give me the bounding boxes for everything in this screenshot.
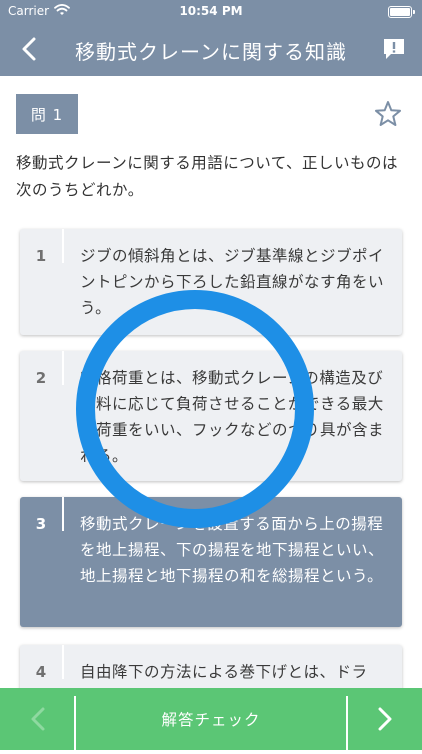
chevron-left-icon xyxy=(31,707,45,731)
option-text: 移動式クレーンを設置する面から上の揚程を地上揚程、下の揚程を地下揚程といい、地上… xyxy=(80,515,385,585)
page-title: 移動式クレーンに関する知識 xyxy=(75,40,347,64)
option-text: ジブの傾斜角とは、ジブ基準線とジブポイントピンから下ろした鉛直線がなす角をいう。 xyxy=(80,247,385,317)
option-number: 1 xyxy=(35,247,47,265)
option-divider xyxy=(62,645,64,679)
answer-option-2[interactable]: 2 定格荷重とは、移動式クレーンの構造及び材料に応じて負荷させることができる最大… xyxy=(20,351,402,481)
status-bar: Carrier 10:54 PM xyxy=(0,0,422,22)
option-text: 自由降下の方法による巻下げとは、ドラ xyxy=(80,663,368,681)
bottom-toolbar: 解答チェック xyxy=(0,688,422,750)
answer-option-1[interactable]: 1 ジブの傾斜角とは、ジブ基準線とジブポイントピンから下ろした鉛直線がなす角をい… xyxy=(20,229,402,335)
next-button[interactable] xyxy=(348,688,422,750)
option-number: 4 xyxy=(35,663,47,681)
star-icon[interactable] xyxy=(374,100,402,128)
check-answer-button[interactable]: 解答チェック xyxy=(76,688,346,750)
option-divider xyxy=(62,229,64,263)
option-divider xyxy=(62,497,64,531)
report-icon[interactable] xyxy=(382,37,406,61)
option-divider xyxy=(62,351,64,385)
answer-option-3[interactable]: 3 移動式クレーンを設置する面から上の揚程を地上揚程、下の揚程を地下揚程といい、… xyxy=(20,497,402,627)
option-number: 2 xyxy=(35,369,47,387)
navigation-bar: 移動式クレーンに関する知識 xyxy=(0,22,422,76)
option-text: 定格荷重とは、移動式クレーンの構造及び材料に応じて負荷させることができる最大の荷… xyxy=(80,369,385,465)
back-chevron-icon[interactable] xyxy=(18,36,42,62)
question-text: 移動式クレーンに関する用語について、正しいものは次のうちどれか。 xyxy=(16,154,398,199)
option-number: 3 xyxy=(35,515,47,533)
chevron-right-icon xyxy=(378,707,392,731)
clock: 10:54 PM xyxy=(179,4,243,18)
battery-icon xyxy=(388,6,415,18)
previous-button[interactable] xyxy=(0,688,74,750)
question-number-badge: 問 1 xyxy=(16,94,78,134)
